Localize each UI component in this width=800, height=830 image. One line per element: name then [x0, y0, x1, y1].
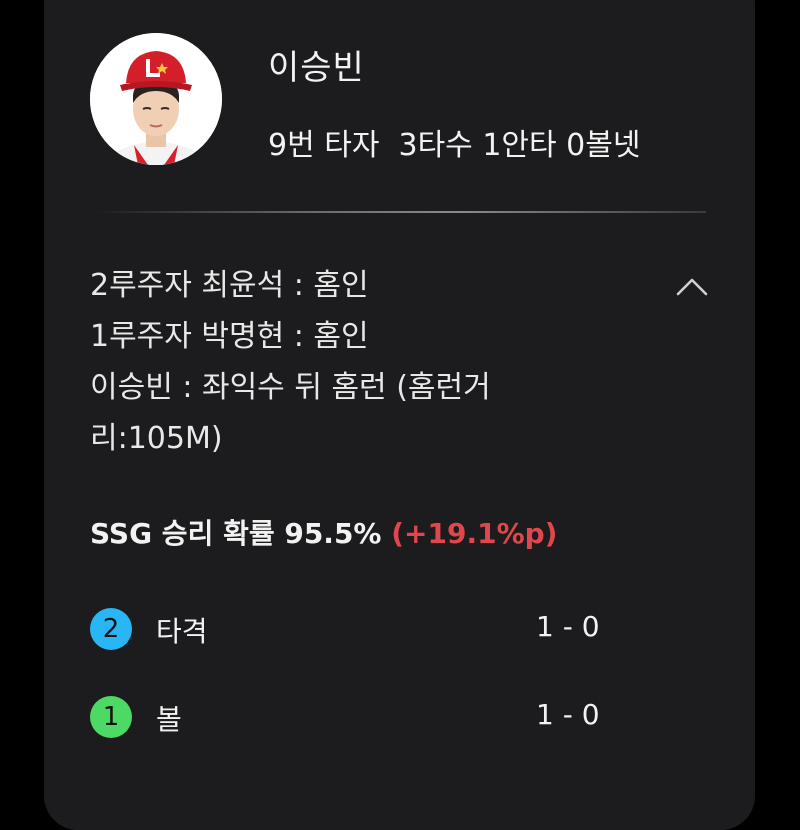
player-photo-icon — [90, 33, 222, 165]
win-probability-text: SSG 승리 확률 95.5% — [90, 517, 392, 550]
pitch-row: 1 볼 1 - 0 — [90, 696, 610, 740]
player-name: 이승빈 — [268, 48, 365, 88]
play-description: 2루주자 최윤석 : 홈인 1루주자 박명현 : 홈인 이승빈 : 좌익수 뒤 … — [90, 260, 550, 464]
divider — [96, 211, 706, 213]
win-probability: SSG 승리 확률 95.5% (+19.1%p) — [90, 512, 557, 552]
collapse-button[interactable] — [672, 270, 712, 302]
play-line: 1루주자 박명현 : 홈인 — [90, 319, 369, 354]
player-stats: 9번 타자 3타수 1안타 0볼넷 — [268, 128, 641, 163]
pitch-result-label: 볼 — [156, 703, 182, 736]
win-probability-delta: (+19.1%p) — [391, 517, 558, 550]
pitch-count: 1 - 0 — [536, 698, 600, 731]
pitch-number-badge: 2 — [90, 608, 132, 650]
pitch-number-badge: 1 — [90, 696, 132, 738]
play-line: 2루주자 최윤석 : 홈인 — [90, 268, 369, 303]
pitch-row: 2 타격 1 - 0 — [90, 608, 610, 652]
pitch-result-label: 타격 — [156, 615, 208, 648]
play-line: 이승빈 : 좌익수 뒤 홈런 (홈런거 — [90, 370, 491, 405]
pitch-count: 1 - 0 — [536, 610, 600, 643]
play-line: 리:105M) — [90, 421, 223, 456]
player-avatar — [90, 33, 222, 165]
chevron-up-icon — [676, 278, 708, 296]
